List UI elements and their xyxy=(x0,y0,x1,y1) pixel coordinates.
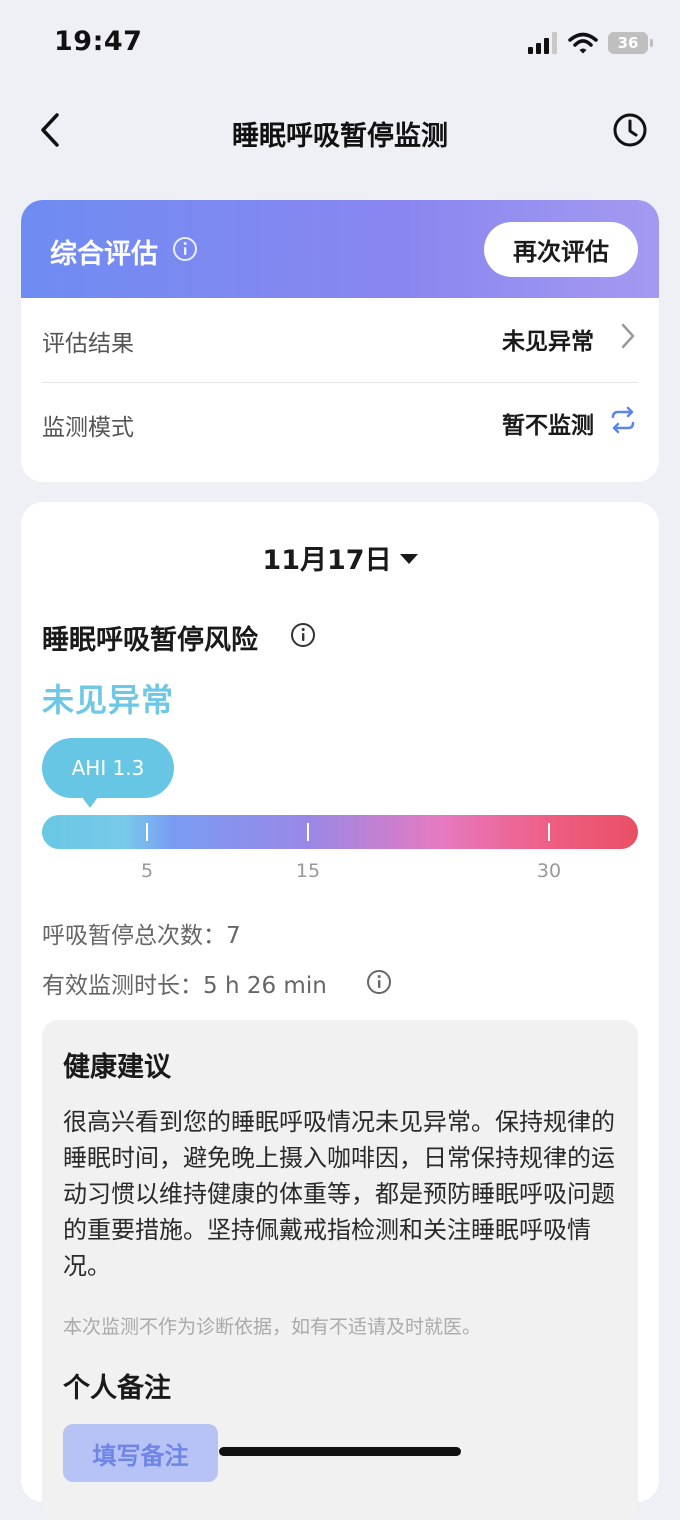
caret-down-icon xyxy=(399,553,418,564)
scale-label: 5 xyxy=(140,860,154,882)
scale-tick xyxy=(307,823,309,841)
health-advice-title: 健康建议 xyxy=(63,1052,171,1083)
risk-status: 未见异常 xyxy=(42,681,175,719)
health-advice-text: 很高兴看到您的睡眠呼吸情况未见异常。保持规律的睡眠时间，避免晚上摄入咖啡因，日常… xyxy=(63,1108,615,1280)
status-time: 19:47 xyxy=(54,26,143,57)
scale-label: 15 xyxy=(295,860,321,882)
monitor-mode-row[interactable]: 监测模式 暂不监测 xyxy=(42,382,638,466)
monitor-mode-value: 暂不监测 xyxy=(502,413,594,439)
overall-assessment-card: 综合评估 再次评估 评估结果 未见异常 监测模式 暂不监测 xyxy=(21,200,659,482)
daily-report-card: 11月17日 睡眠呼吸暂停风险 未见异常 AHI 1.3 5 15 30 呼吸暂… xyxy=(21,502,659,1520)
info-icon[interactable] xyxy=(172,236,198,262)
info-icon[interactable] xyxy=(290,622,316,648)
history-button[interactable] xyxy=(610,110,650,150)
risk-title: 睡眠呼吸暂停风险 xyxy=(42,625,258,656)
overall-assessment-header: 综合评估 再次评估 xyxy=(21,200,659,298)
info-icon[interactable] xyxy=(366,969,392,995)
ahi-scale-bar xyxy=(42,815,638,849)
status-icons: 36 xyxy=(528,30,653,56)
status-bar: 19:47 36 xyxy=(0,0,680,90)
total-apnea-count: 呼吸暂停总次数：7 xyxy=(42,923,241,949)
battery-level: 36 xyxy=(617,34,639,52)
scale-tick xyxy=(146,823,148,841)
home-indicator[interactable] xyxy=(219,1447,461,1456)
reassess-button[interactable]: 再次评估 xyxy=(484,222,638,277)
assessment-result-label: 评估结果 xyxy=(42,331,134,357)
assessment-result-row[interactable]: 评估结果 未见异常 xyxy=(42,298,638,382)
wifi-icon xyxy=(568,32,598,54)
monitor-mode-label: 监测模式 xyxy=(42,415,134,441)
clock-icon xyxy=(613,113,647,147)
switch-icon[interactable] xyxy=(610,406,636,434)
battery-icon: 36 xyxy=(608,32,653,54)
ahi-badge: AHI 1.3 xyxy=(42,738,174,808)
disclaimer-text: 本次监测不作为诊断依据，如有不适请及时就医。 xyxy=(63,1316,482,1338)
page-title: 睡眠呼吸暂停监测 xyxy=(232,121,448,152)
overall-assessment-title: 综合评估 xyxy=(50,239,158,270)
scale-label: 30 xyxy=(536,860,562,882)
effective-duration: 有效监测时长：5 h 26 min xyxy=(42,973,327,999)
date-selector[interactable]: 11月17日 xyxy=(21,538,659,577)
signal-icon xyxy=(528,32,557,54)
health-advice-panel: 健康建议 很高兴看到您的睡眠呼吸情况未见异常。保持规律的睡眠时间，避免晚上摄入咖… xyxy=(42,1020,638,1520)
scale-tick xyxy=(548,823,550,841)
date-label: 11月17日 xyxy=(262,545,392,576)
personal-notes-title: 个人备注 xyxy=(63,1373,171,1404)
chevron-right-icon xyxy=(621,323,635,349)
add-note-button[interactable]: 填写备注 xyxy=(63,1424,218,1482)
assessment-result-value: 未见异常 xyxy=(502,329,594,355)
nav-bar: 睡眠呼吸暂停监测 xyxy=(0,92,680,172)
